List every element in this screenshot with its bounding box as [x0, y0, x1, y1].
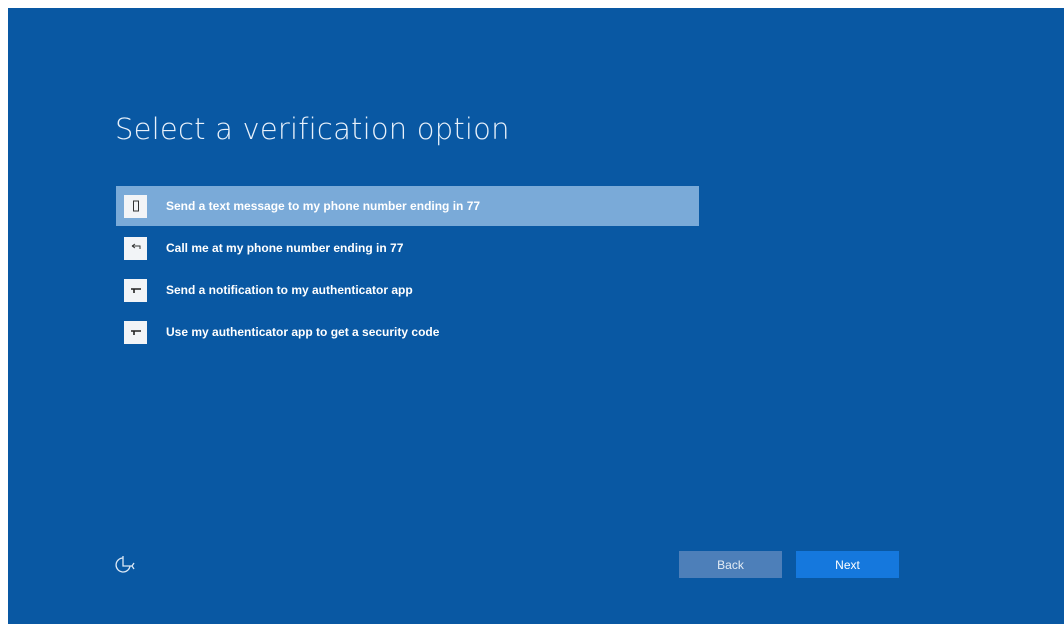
option-authenticator-code[interactable]: Use my authenticator app to get a securi…: [116, 312, 699, 352]
authenticator-notification-icon: [124, 278, 147, 302]
ease-of-access-icon: [114, 554, 138, 581]
authenticator-code-icon: [124, 320, 147, 344]
back-button[interactable]: Back: [679, 551, 782, 578]
ease-of-access-button[interactable]: [112, 554, 140, 580]
option-label: Use my authenticator app to get a securi…: [166, 325, 440, 339]
verification-options-list: Send a text message to my phone number e…: [116, 186, 699, 354]
option-phone-call[interactable]: Call me at my phone number ending in 77: [116, 228, 699, 268]
option-text-message[interactable]: Send a text message to my phone number e…: [116, 186, 699, 226]
option-label: Send a text message to my phone number e…: [166, 199, 481, 213]
next-button[interactable]: Next: [796, 551, 899, 578]
phone-text-icon: [124, 194, 147, 218]
phone-call-icon: [124, 236, 147, 260]
option-authenticator-notification[interactable]: Send a notification to my authenticator …: [116, 270, 699, 310]
option-label: Send a notification to my authenticator …: [166, 283, 413, 297]
page-title: Select a verification option: [115, 112, 510, 146]
option-label: Call me at my phone number ending in 77: [166, 241, 404, 255]
oobe-screen: Select a verification option Send a text…: [8, 8, 1064, 624]
